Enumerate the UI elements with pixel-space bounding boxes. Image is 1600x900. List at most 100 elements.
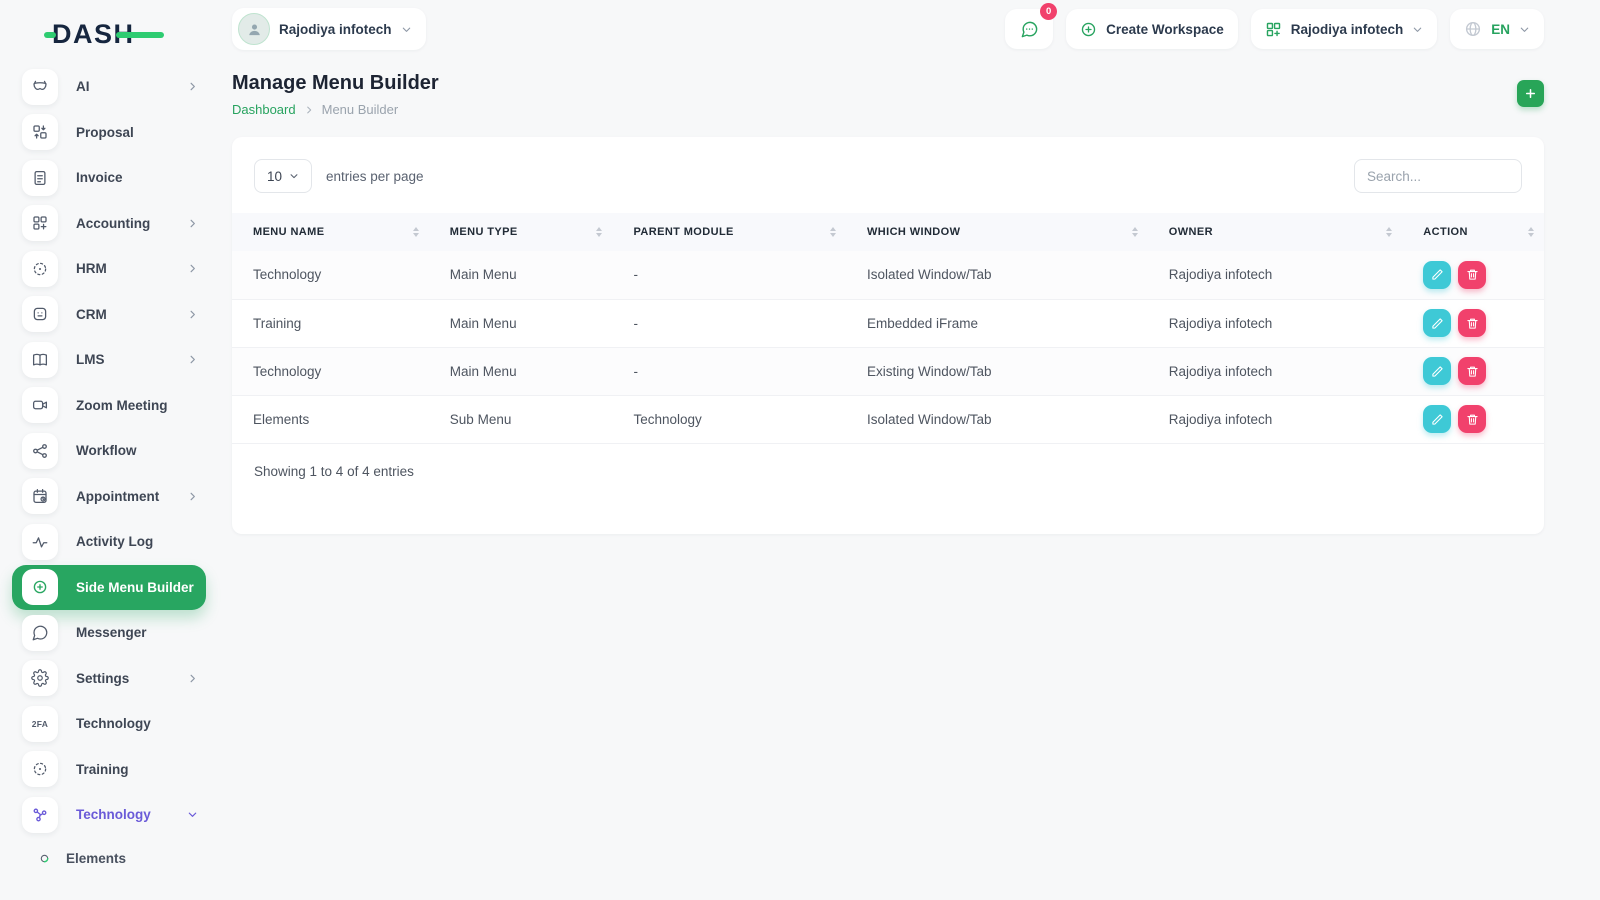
plus-icon: [1524, 87, 1537, 100]
delete-button[interactable]: [1458, 357, 1486, 385]
sidebar-item-hrm[interactable]: HRM: [12, 246, 206, 292]
accounting-icon: [22, 205, 58, 241]
sidebar: DASH AI Proposal Invoice Ac: [0, 0, 212, 900]
row-actions: [1423, 405, 1544, 433]
sidebar-item-zoom-meeting[interactable]: Zoom Meeting: [12, 383, 206, 429]
column-header-action[interactable]: ACTION: [1402, 213, 1544, 251]
sidebar-item-proposal[interactable]: Proposal: [12, 110, 206, 156]
sidebar-item-label: Settings: [76, 671, 129, 686]
add-menu-button[interactable]: [1517, 80, 1544, 107]
delete-button[interactable]: [1458, 405, 1486, 433]
row-actions: [1423, 357, 1544, 385]
chevron-down-icon: [1412, 24, 1423, 35]
row-actions: [1423, 261, 1544, 289]
app-logo[interactable]: DASH: [52, 12, 206, 56]
column-header-menu-name[interactable]: MENU NAME: [232, 213, 429, 251]
sidebar-item-technology-module[interactable]: Technology: [12, 792, 206, 838]
sidebar-item-settings[interactable]: Settings: [12, 656, 206, 702]
table-summary: Showing 1 to 4 of 4 entries: [232, 444, 1544, 525]
cell-menu-type: Main Menu: [429, 299, 613, 347]
column-header-which-window[interactable]: WHICH WINDOW: [846, 213, 1148, 251]
main-area: Rajodiya infotech 0 Create Workspace Raj…: [212, 0, 1600, 900]
mask-icon: [22, 69, 58, 105]
plus-circle-icon: [1080, 21, 1097, 38]
search-input[interactable]: [1354, 159, 1522, 193]
sidebar-item-label: Zoom Meeting: [76, 398, 168, 413]
table-header-row: MENU NAME MENU TYPE PARENT MODULE WHICH …: [232, 213, 1544, 251]
cell-menu-name: Technology: [232, 347, 429, 395]
logo-accent-right: [116, 32, 164, 38]
chat-dots-icon: [1020, 20, 1039, 39]
bullet-circle-icon: [38, 853, 50, 865]
cell-owner: Rajodiya infotech: [1148, 395, 1403, 443]
pencil-icon: [1431, 268, 1444, 281]
sidebar-subitem-elements[interactable]: Elements: [12, 838, 206, 880]
share-nodes-icon: [22, 433, 58, 469]
sidebar-item-label: AI: [76, 79, 90, 94]
cell-owner: Rajodiya infotech: [1148, 299, 1403, 347]
sidebar-item-crm[interactable]: CRM: [12, 292, 206, 338]
cell-menu-type: Main Menu: [429, 251, 613, 299]
cell-menu-name: Technology: [232, 251, 429, 299]
proposal-icon: [22, 114, 58, 150]
topbar-right: 0 Create Workspace Rajodiya infotech EN: [1005, 9, 1544, 49]
book-icon: [22, 342, 58, 378]
chevron-right-icon: [187, 354, 198, 365]
edit-button[interactable]: [1423, 309, 1451, 337]
circle-plus-icon: [22, 569, 58, 605]
topbar: Rajodiya infotech 0 Create Workspace Raj…: [232, 0, 1544, 58]
sidebar-item-messenger[interactable]: Messenger: [12, 610, 206, 656]
entries-per-page-select[interactable]: 10: [254, 159, 312, 193]
menu-builder-card: 10 entries per page MENU NAME MENU TYPE …: [232, 137, 1544, 534]
cell-parent-module: -: [612, 347, 846, 395]
delete-button[interactable]: [1458, 309, 1486, 337]
chevron-down-icon: [289, 171, 299, 181]
trash-icon: [1466, 365, 1479, 378]
table-row: Technology Main Menu - Existing Window/T…: [232, 347, 1544, 395]
cell-parent-module: -: [612, 251, 846, 299]
sidebar-item-side-menu-builder[interactable]: Side Menu Builder: [12, 565, 206, 611]
sidebar-item-lms[interactable]: LMS: [12, 337, 206, 383]
sidebar-item-label: Proposal: [76, 125, 134, 140]
edit-button[interactable]: [1423, 357, 1451, 385]
sidebar-item-label: Activity Log: [76, 534, 153, 549]
edit-button[interactable]: [1423, 261, 1451, 289]
cell-menu-name: Training: [232, 299, 429, 347]
create-workspace-button[interactable]: Create Workspace: [1066, 9, 1238, 49]
sidebar-item-technology-2fa[interactable]: 2FA Technology: [12, 701, 206, 747]
sidebar-item-appointment[interactable]: Appointment: [12, 474, 206, 520]
sidebar-item-ai[interactable]: AI: [12, 64, 206, 110]
column-header-menu-type[interactable]: MENU TYPE: [429, 213, 613, 251]
sidebar-item-label: Appointment: [76, 489, 159, 504]
sidebar-item-workflow[interactable]: Workflow: [12, 428, 206, 474]
sidebar-item-label: Messenger: [76, 625, 147, 640]
column-header-parent-module[interactable]: PARENT MODULE: [612, 213, 846, 251]
sidebar-item-accounting[interactable]: Accounting: [12, 201, 206, 247]
messages-button[interactable]: 0: [1005, 9, 1053, 49]
pencil-icon: [1431, 365, 1444, 378]
delete-button[interactable]: [1458, 261, 1486, 289]
cell-owner: Rajodiya infotech: [1148, 251, 1403, 299]
language-selector[interactable]: EN: [1450, 9, 1544, 49]
cell-which-window: Existing Window/Tab: [846, 347, 1148, 395]
chevron-right-icon: [187, 309, 198, 320]
branch-nodes-icon: [22, 797, 58, 833]
chevron-down-icon: [1519, 24, 1530, 35]
chevron-down-icon: [187, 809, 198, 820]
menu-builder-table: MENU NAME MENU TYPE PARENT MODULE WHICH …: [232, 213, 1544, 444]
chevron-right-icon: [187, 491, 198, 502]
workspace-selector[interactable]: Rajodiya infotech: [232, 8, 426, 50]
sidebar-item-training[interactable]: Training: [12, 747, 206, 793]
edit-button[interactable]: [1423, 405, 1451, 433]
globe-icon: [1464, 20, 1482, 38]
column-header-owner[interactable]: OWNER: [1148, 213, 1403, 251]
cell-menu-type: Main Menu: [429, 347, 613, 395]
sort-icon: [1386, 227, 1392, 237]
sidebar-item-invoice[interactable]: Invoice: [12, 155, 206, 201]
sidebar-item-label: Technology: [76, 716, 151, 731]
gear-icon: [22, 660, 58, 696]
breadcrumb-dashboard-link[interactable]: Dashboard: [232, 102, 296, 117]
company-selector[interactable]: Rajodiya infotech: [1251, 9, 1438, 49]
sidebar-subitem-label: Elements: [66, 851, 126, 866]
sidebar-item-activity-log[interactable]: Activity Log: [12, 519, 206, 565]
